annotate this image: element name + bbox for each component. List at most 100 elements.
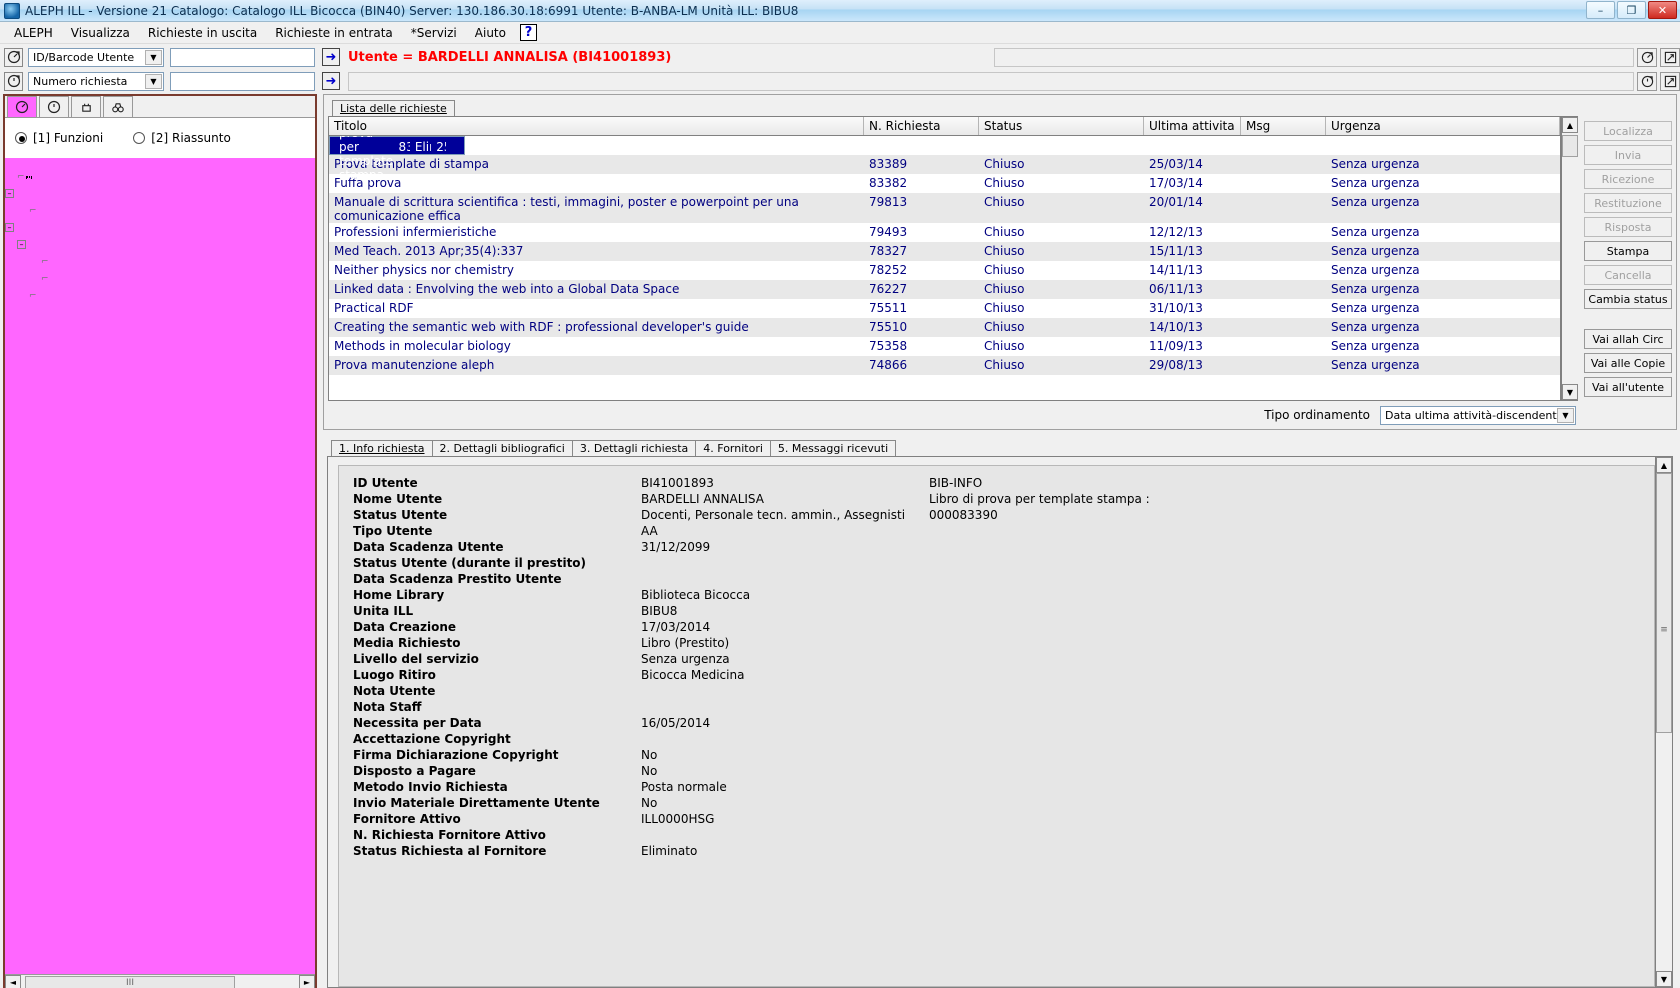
go-arrow-icon-request[interactable]: ➜ [322,72,340,90]
table-row[interactable]: Creating the semantic web with RDF : pro… [329,318,1560,337]
tree-node[interactable]: ⌐ [5,253,315,270]
detail-scroll-down-icon[interactable]: ▼ [1656,971,1672,987]
column-header[interactable]: Titolo [329,117,864,135]
column-header[interactable]: N. Richiesta [864,117,979,135]
table-row[interactable]: Methods in molecular biology 75358 Chiuso 1… [329,337,1560,356]
sidebar-tab-history[interactable] [39,96,69,117]
button-cambia-status[interactable]: Cambia status [1584,289,1672,309]
search-input-user[interactable] [170,47,315,67]
tree-expander-icon[interactable]: – [5,223,14,232]
clock-refresh-icon[interactable] [4,47,23,67]
table-row[interactable]: Prova template di stampa 83389 Chiuso 25/03… [329,155,1560,174]
column-header[interactable]: Ultima attivita [1144,117,1241,135]
sort-select[interactable]: Data ultima attività-discendente ▼ [1380,405,1576,425]
radio-riassunto[interactable]: [2] Riassunto [133,131,231,145]
scroll-up-icon[interactable]: ▲ [1562,117,1578,133]
detail-field-value: ILL0000HSG [641,812,715,826]
tree-expander-icon[interactable]: – [17,240,26,249]
request-grid-body[interactable]: Libro di prova per template stampa 83390 E… [329,136,1560,400]
nav-button-vai-alle-copie[interactable]: Vai alle Copie [1584,353,1672,373]
detail-tab-2[interactable]: 2. Dettagli bibliografici [431,440,573,457]
table-row[interactable]: Prova manutenzione aleph 74866 Chiuso 29/08… [329,356,1560,375]
detail-tab-3[interactable]: 3. Dettagli richiesta [571,440,697,457]
function-tree[interactable]: ⌐ – ⌐ – – ⌐ ⌐ ⌐ [5,158,315,974]
tree-connector-icon: ⌐ [29,290,37,301]
detail-scroll-grip[interactable]: ≡ [1656,623,1672,637]
clock-icon[interactable] [4,71,23,91]
detail-tab-1[interactable]: 1. Info richiesta [331,440,433,457]
tree-node[interactable]: ⌐ [5,202,315,219]
detail-scroll-track[interactable]: ≡ [1656,473,1672,971]
search-type-select-request[interactable]: Numero richiesta ▼ [28,71,164,91]
column-header[interactable]: Status [979,117,1144,135]
sidebar-tab-binoculars[interactable] [103,96,133,117]
menu-item-richieste-in-uscita[interactable]: Richieste in uscita [140,24,265,42]
open-external-icon-1[interactable] [1660,47,1680,67]
radio-dot-funzioni [15,132,27,144]
tree-node[interactable]: ⌐ [5,287,315,304]
sidebar-tab-basket[interactable] [71,96,101,117]
cell-msg [1241,174,1326,193]
column-header[interactable]: Urgenza [1326,117,1560,135]
button-restituzione: Restituzione [1584,193,1672,213]
table-row[interactable]: Fuffa prova 83382 Chiuso 17/03/14 Senza urge… [329,174,1560,193]
table-row[interactable]: Practical RDF 75511 Chiuso 31/10/13 Senza ur… [329,299,1560,318]
button-stampa[interactable]: Stampa [1584,241,1672,261]
table-row[interactable]: Med Teach. 2013 Apr;35(4):337 78327 Chiuso… [329,242,1560,261]
chevron-down-icon[interactable]: ▼ [1557,407,1574,423]
tree-node[interactable]: ⌐ [5,270,315,287]
tree-node[interactable]: ⌐ [5,168,315,185]
tree-expander-icon[interactable]: – [5,189,14,198]
tree-node[interactable]: – [5,236,315,253]
radio-funzioni[interactable]: [1] Funzioni [15,131,103,145]
menu-item-richieste-in-entrata[interactable]: Richieste in entrata [267,24,401,42]
nav-button-vai-all-utente[interactable]: Vai all'utente [1584,377,1672,397]
history-icon-2[interactable] [1637,71,1657,91]
bib-info-line: Libro di prova per template stampa : [929,492,1150,506]
go-arrow-icon-user[interactable]: ➜ [322,48,340,66]
request-grid: Titolo N. Richiesta Status Ultima attivita M… [328,116,1561,401]
chevron-down-icon[interactable]: ▼ [145,49,162,65]
detail-field-row: Data Creazione 17/03/2014 [353,620,919,636]
detail-vertical-scrollbar[interactable]: ▲ ≡ ▼ [1655,457,1672,987]
detail-field-label: Nota Staff [353,700,422,714]
maximize-button[interactable]: ❐ [1617,1,1646,19]
scroll-left-icon[interactable]: ◄ [5,975,21,988]
table-row[interactable]: Neither physics nor chemistry 78252 Chiuso… [329,261,1560,280]
minimize-button[interactable]: – [1586,1,1615,19]
table-row[interactable]: Linked data : Envolving the web into a G… [329,280,1560,299]
tree-node[interactable]: – [5,219,315,236]
menu-item-servizi[interactable]: *Servizi [403,24,465,42]
history-icon-1[interactable] [1637,47,1657,67]
cell-urgenza: Senza urgenza [1331,282,1420,296]
menu-item-aiuto[interactable]: Aiuto [467,24,514,42]
scroll-right-icon[interactable]: ► [299,975,315,988]
scroll-down-icon[interactable]: ▼ [1562,384,1578,400]
detail-scroll-thumb[interactable] [1656,473,1672,733]
table-row[interactable]: Manuale di scrittura scientifica : testi… [329,193,1560,223]
open-external-icon-2[interactable] [1660,71,1680,91]
tree-node[interactable]: – [5,185,315,202]
search-type-select-user[interactable]: ID/Barcode Utente ▼ [28,47,164,67]
menu-item-visualizza[interactable]: Visualizza [63,24,138,42]
nav-button-vai-allah-circ[interactable]: Vai allah Circ [1584,329,1672,349]
chevron-down-icon[interactable]: ▼ [145,73,162,89]
close-button[interactable]: ✕ [1648,1,1677,19]
table-row[interactable]: Libro di prova per template stampa 83390 E… [329,136,465,182]
column-header[interactable]: Msg [1241,117,1326,135]
table-row[interactable]: Professioni infermieristiche 79493 Chiuso 1… [329,223,1560,242]
tab-lista-delle-richieste[interactable]: Lista delle richieste [332,100,455,117]
scroll-thumb-vertical[interactable] [1562,135,1578,157]
detail-tab-5[interactable]: 5. Messaggi ricevuti [769,440,897,457]
help-icon[interactable]: ? [519,24,537,41]
sidebar-horizontal-scrollbar[interactable]: ◄ III ► [5,974,315,988]
menu-item-aleph[interactable]: ALEPH [6,24,61,42]
sidebar-tab-circulation[interactable] [7,96,37,117]
detail-tab-4[interactable]: 4. Fornitori [695,440,771,457]
request-grid-vertical-scrollbar[interactable]: ▲ ▼ [1561,116,1578,401]
search-input-request[interactable] [170,71,315,91]
scroll-track-vertical[interactable] [1562,133,1578,384]
request-list-tab-strip: Lista delle richieste [328,99,1672,117]
detail-scroll-up-icon[interactable]: ▲ [1656,457,1672,473]
scroll-thumb[interactable]: III [25,975,235,988]
